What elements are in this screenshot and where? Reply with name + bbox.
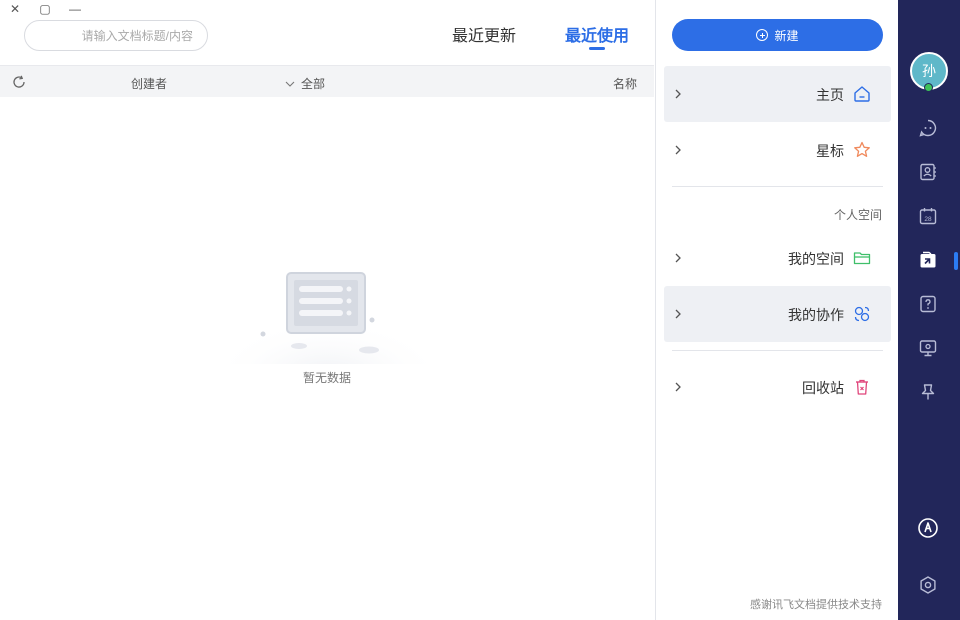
sidebar-item-starred[interactable]: 星标 [664,122,891,178]
sidebar-item-label: 回收站 [802,380,844,396]
app-rail: 孙 28 [898,0,960,620]
sidebar-item-home[interactable]: 主页 [664,66,891,122]
sidebar-divider [672,350,883,351]
sidebar-divider [672,186,883,187]
chevron-right-icon [674,381,682,395]
sidebar-item-label: 我的空间 [788,251,844,267]
chat-icon[interactable] [917,117,939,139]
sidebar-panel: 新建 主页 星标 个人空间 我的空间 我的协作 回收站 感谢讯飞文档提供技术支持 [655,0,898,620]
help-icon[interactable] [917,293,939,315]
home-icon [854,86,870,102]
tab-recently-used[interactable]: 最近使用 [565,22,629,46]
active-rail-indicator [954,252,958,270]
column-filter-dropdown[interactable]: 全部 [285,75,325,92]
sidebar-item-label: 主页 [816,87,844,103]
powered-by-note: 感谢讯飞文档提供技术支持 [750,599,882,611]
svg-text:28: 28 [924,216,932,223]
active-tab-indicator [589,47,605,50]
pin-icon[interactable] [917,381,939,403]
sidebar-item-label: 星标 [816,143,844,159]
minimize-button[interactable]: — [68,2,82,16]
chevron-right-icon [674,252,682,266]
chevron-down-icon [285,77,295,91]
search-input[interactable] [24,20,208,51]
new-document-button[interactable]: 新建 [672,19,883,51]
contacts-icon[interactable] [917,161,939,183]
sidebar-item-trash[interactable]: 回收站 [664,359,891,415]
online-status-icon [924,83,933,92]
sidebar-item-my-space[interactable]: 我的空间 [664,230,891,286]
refresh-icon[interactable] [11,74,27,90]
trash-icon [856,379,868,395]
empty-state-illustration [229,272,427,364]
empty-state-text: 暂无数据 [302,371,351,385]
close-button[interactable]: ✕ [8,2,22,16]
collaboration-icon [854,306,870,322]
maximize-button[interactable]: ▢ [38,2,52,16]
calendar-icon[interactable]: 28 [917,205,939,227]
table-header: 创建者 全部 名称 [0,65,654,97]
brand-icon[interactable] [917,517,939,539]
column-filter-label: 全部 [301,77,326,91]
add-circle-icon [756,29,769,41]
screen-share-icon[interactable] [917,337,939,359]
folder-icon [853,252,871,265]
sidebar-item-my-collaboration[interactable]: 我的协作 [664,286,891,342]
star-icon [854,141,870,157]
tab-recently-updated[interactable]: 最近更新 [452,22,516,46]
section-title-personal-space: 个人空间 [833,208,882,222]
column-name: 名称 [613,77,638,91]
documents-icon[interactable] [917,249,939,271]
chevron-right-icon [674,144,682,158]
column-creator: 创建者 [131,77,168,91]
settings-icon[interactable] [917,574,939,596]
chevron-right-icon [674,308,682,322]
sidebar-item-label: 我的协作 [788,307,844,323]
chevron-right-icon [674,88,682,102]
new-button-label: 新建 [774,28,799,43]
